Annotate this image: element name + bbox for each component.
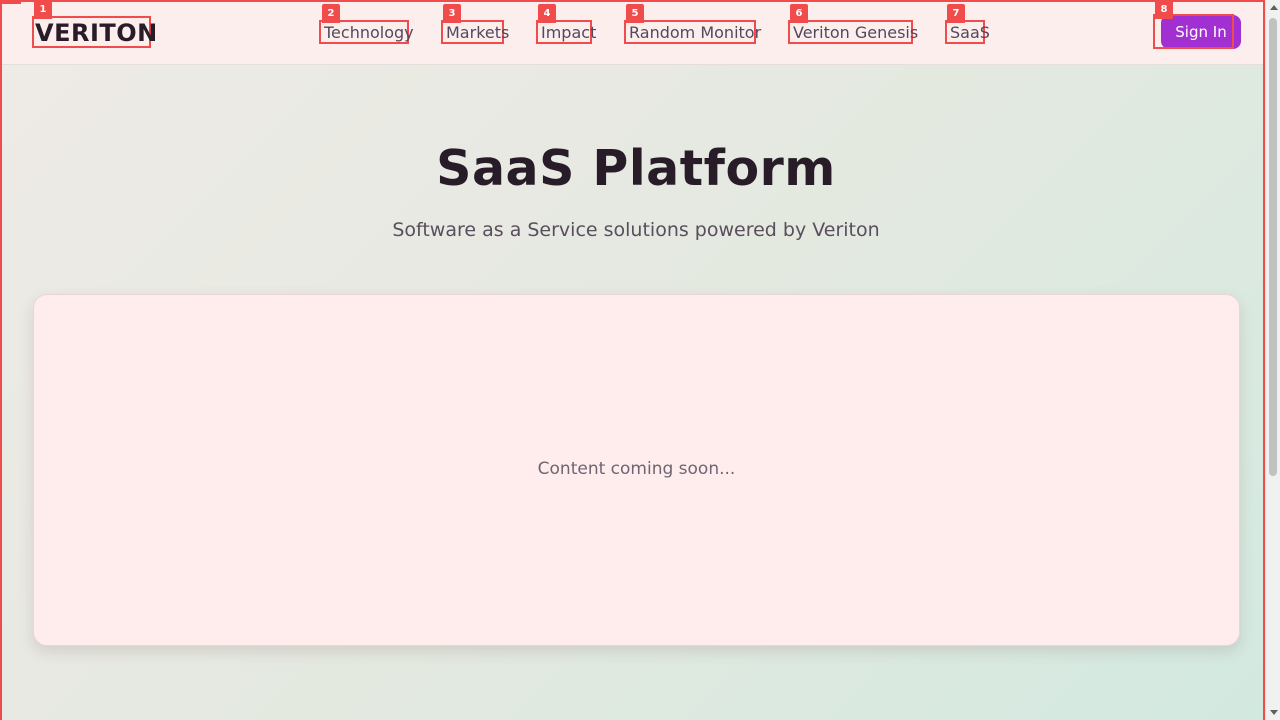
- annotation-badge-3: 3: [443, 4, 461, 23]
- scrollbar-thumb[interactable]: [1269, 18, 1277, 476]
- top-navbar: 1 VERITON 2 Technology 3 Markets 4 Impac…: [0, 0, 1265, 65]
- placeholder-text: Content coming soon...: [537, 459, 736, 479]
- vertical-scrollbar[interactable]: [1265, 0, 1280, 720]
- nav-link-technology[interactable]: Technology: [319, 20, 414, 44]
- veriton-logo[interactable]: VERITON: [32, 16, 157, 48]
- scroll-up-icon[interactable]: [1266, 0, 1280, 15]
- content-card: Content coming soon...: [33, 294, 1240, 646]
- annotation-badge-4: 4: [538, 4, 556, 23]
- nav-link-impact[interactable]: Impact: [536, 20, 596, 44]
- annotation-badge-7: 7: [947, 4, 965, 23]
- nav-link-random-monitor[interactable]: Random Monitor: [624, 20, 761, 44]
- page-title: SaaS Platform: [436, 140, 836, 197]
- nav-link-markets[interactable]: Markets: [441, 20, 509, 44]
- annotation-badge-8: 8: [1155, 0, 1173, 19]
- page-subtitle: Software as a Service solutions powered …: [392, 219, 880, 241]
- nav-link-saas[interactable]: SaaS: [945, 20, 990, 44]
- nav-link-veriton-genesis[interactable]: Veriton Genesis: [788, 20, 918, 44]
- annotation-badge-2: 2: [322, 4, 340, 23]
- annotation-badge-6: 6: [790, 4, 808, 23]
- annotation-badge-1: 1: [34, 0, 52, 19]
- annotation-frame-tag: [0, 0, 21, 4]
- annotation-badge-5: 5: [626, 4, 644, 23]
- sign-in-annotation-box: [1153, 14, 1234, 49]
- scroll-down-icon[interactable]: [1266, 705, 1280, 720]
